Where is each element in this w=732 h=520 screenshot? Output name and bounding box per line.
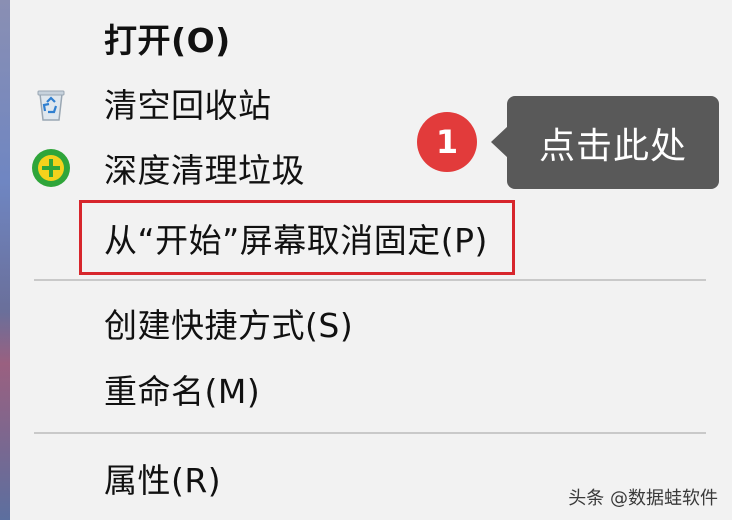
recycle-bin-icon bbox=[30, 82, 72, 124]
menu-item-open[interactable]: 打开(O) bbox=[10, 7, 732, 69]
menu-item-create-shortcut[interactable]: 创建快捷方式(S) bbox=[10, 292, 732, 354]
menu-item-label: 属性(R) bbox=[104, 461, 222, 500]
menu-item-label: 重命名(M) bbox=[104, 372, 261, 411]
menu-item-rename[interactable]: 重命名(M) bbox=[10, 358, 732, 420]
callout-tooltip: 点击此处 bbox=[507, 96, 719, 189]
desktop-background-edge bbox=[0, 0, 10, 520]
context-menu: 打开(O) 清空回收站 深度清理垃圾 从“开始”屏幕取消固定(P) 创建快捷方式… bbox=[10, 0, 732, 520]
callout-pointer bbox=[491, 126, 508, 158]
menu-item-label: 打开(O) bbox=[104, 21, 231, 60]
menu-item-label: 清空回收站 bbox=[104, 86, 272, 125]
step-number-badge: 1 bbox=[417, 112, 477, 172]
menu-separator bbox=[34, 432, 706, 434]
watermark-text: 头条 @数据蛙软件 bbox=[568, 488, 718, 509]
menu-item-label: 深度清理垃圾 bbox=[104, 151, 305, 190]
menu-item-label: 创建快捷方式(S) bbox=[104, 306, 354, 345]
highlight-box bbox=[79, 200, 515, 275]
menu-separator bbox=[34, 279, 706, 281]
deep-clean-plus-icon bbox=[30, 147, 72, 189]
